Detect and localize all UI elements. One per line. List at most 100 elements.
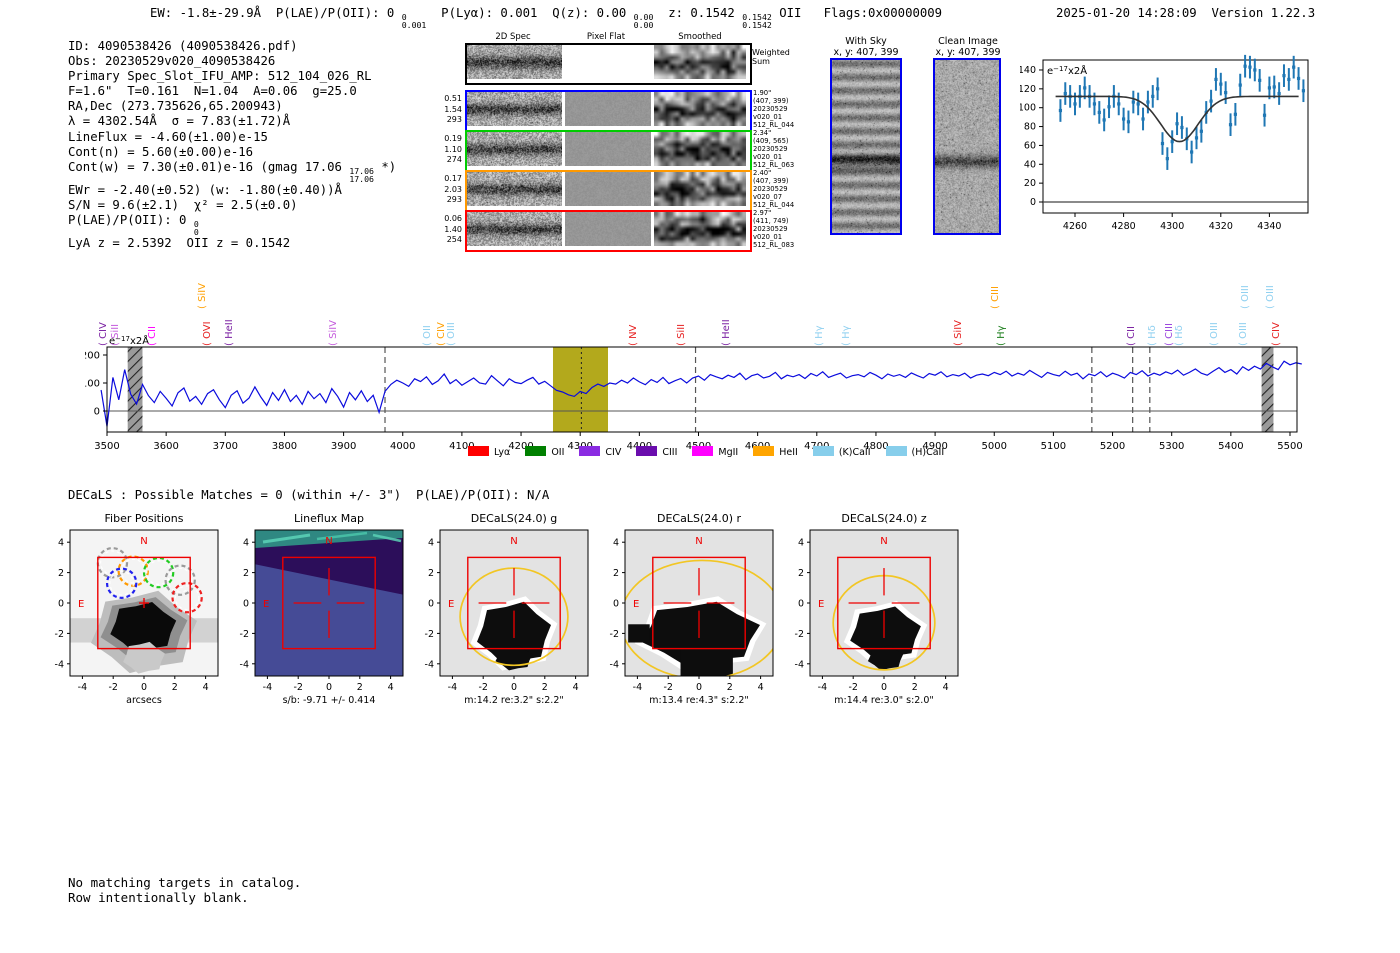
info-line: Cont(n) = 5.60(±0.00)e-16	[68, 145, 396, 160]
cutout-xlabel-decals-z: m:14.4 re:3.0" s:2.0"	[800, 695, 968, 706]
svg-text:0: 0	[141, 682, 147, 693]
svg-text:-4: -4	[818, 682, 827, 693]
HeII-swatch	[753, 446, 774, 456]
cutout-xlabel-lineflux-map: s/b: -9.71 +/- 0.414	[245, 695, 413, 706]
cutout-lineflux-map: NE420-2-4-4-2024	[211, 526, 407, 696]
(K)CaII-swatch	[813, 446, 834, 456]
legend-item: CIV	[579, 446, 621, 458]
fiber-row-info: 2.97"(411, 749)20230529v020_01512_RL_083	[753, 209, 794, 249]
svg-text:60: 60	[1024, 140, 1036, 151]
fiber-row-weights: 0.191.10274	[438, 134, 462, 166]
svg-text:5500: 5500	[1277, 441, 1302, 452]
compass-north-label: N	[510, 536, 517, 547]
line-label-OIII: ( OIII	[1265, 285, 1276, 309]
info-line: λ = 4302.54Å σ = 7.83(±1.72)Å	[68, 114, 396, 129]
CIV-swatch	[579, 446, 600, 456]
fiber-pixelflat-image	[565, 92, 651, 126]
fiber-2dspec-image	[467, 132, 562, 166]
svg-text:40: 40	[1024, 159, 1036, 170]
svg-text:140: 140	[1020, 65, 1036, 76]
cutout-decals-z: NE420-2-4-4-2024	[766, 526, 962, 696]
svg-text:4: 4	[798, 538, 804, 549]
svg-text:-2: -2	[425, 629, 434, 640]
cutout-xlabel-decals-g: m:14.2 re:3.2" s:2.2"	[430, 695, 598, 706]
footer-note-1: No matching targets in catalog.	[68, 875, 301, 890]
legend-label: MgII	[718, 447, 738, 458]
weighted-sum-row	[465, 43, 752, 85]
legend-item: CIII	[636, 446, 677, 458]
svg-text:4: 4	[573, 682, 579, 693]
info-line: LyA z = 2.5392 OII z = 0.1542	[68, 236, 396, 251]
line-label-CII: ( CII	[1126, 326, 1137, 346]
fiber-2dspec-image	[467, 92, 562, 126]
info-line: LineFlux = -4.60(±1.00)e-15	[68, 130, 396, 145]
svg-text:-2: -2	[108, 682, 117, 693]
fiber-pixelflat-image	[565, 172, 651, 206]
info-line: Primary Spec_Slot_IFU_AMP: 512_104_026_R…	[68, 69, 396, 84]
emission-line-fit-chart: 42604280430043204340020406080100120140e−…	[1020, 45, 1330, 235]
svg-text:2: 2	[727, 682, 733, 693]
line-label-CIV: ( CIV	[436, 322, 447, 346]
svg-text:0: 0	[94, 407, 100, 418]
weighted-pixelflat-image	[565, 45, 651, 79]
svg-text:3800: 3800	[272, 441, 297, 452]
stacked-value: 0.000.00	[634, 13, 654, 29]
fiber-pixelflat-image	[565, 132, 651, 166]
svg-text:4: 4	[613, 538, 619, 549]
svg-text:-4: -4	[263, 682, 272, 693]
legend-item: Lyα	[468, 446, 510, 458]
info-line: Obs: 20230529v020_4090538426	[68, 54, 396, 69]
full-spectrum-chart: 3500360037003800390040004100420043004400…	[85, 265, 1320, 470]
svg-text:4: 4	[758, 682, 764, 693]
fiber-smoothed-image	[654, 132, 746, 166]
svg-text:-4: -4	[795, 659, 804, 670]
svg-text:3700: 3700	[213, 441, 238, 452]
svg-text:4: 4	[243, 538, 249, 549]
svg-text:2: 2	[428, 568, 434, 579]
weighted-smoothed-image	[654, 45, 746, 79]
legend-item: HeII	[753, 446, 798, 458]
svg-text:5400: 5400	[1218, 441, 1243, 452]
svg-text:5000: 5000	[982, 441, 1007, 452]
svg-text:2: 2	[542, 682, 548, 693]
svg-text:5200: 5200	[1100, 441, 1125, 452]
compass-north-label: N	[325, 536, 332, 547]
svg-text:3600: 3600	[153, 441, 178, 452]
svg-text:0: 0	[58, 599, 64, 610]
line-label-CII: ( CII	[147, 326, 158, 346]
svg-text:0: 0	[613, 599, 619, 610]
line-label-CIV: ( CIV	[1271, 322, 1282, 346]
spec2d-fiber-row	[465, 90, 752, 132]
svg-text:4260: 4260	[1063, 221, 1087, 232]
CIII-swatch	[636, 446, 657, 456]
info-line: EWr = -2.40(±0.52) (w: -1.80(±0.40))Å	[68, 183, 396, 198]
svg-text:-2: -2	[293, 682, 302, 693]
linefit-svg: 42604280430043204340020406080100120140e−…	[1020, 45, 1330, 235]
svg-text:-4: -4	[425, 659, 434, 670]
Lyα-swatch	[468, 446, 489, 456]
cutout-xlabel-fiber-positions: arcsecs	[60, 695, 228, 706]
with-sky-canvas	[832, 60, 900, 233]
svg-text:5300: 5300	[1159, 441, 1184, 452]
svg-text:4: 4	[203, 682, 209, 693]
cutout-title-decals-z: DECaLS(24.0) z	[810, 512, 958, 525]
stacked-value: 17.0617.06	[349, 167, 374, 183]
line-label-OVI: ( OVI	[202, 321, 213, 346]
legend-item: OII	[525, 446, 564, 458]
svg-text:0: 0	[428, 599, 434, 610]
fiber-row-info: 2.34"(409, 565)20230529v020_01512_RL_063	[753, 129, 794, 169]
svg-text:-2: -2	[848, 682, 857, 693]
compass-east-label: E	[78, 599, 84, 610]
svg-text:4: 4	[428, 538, 434, 549]
fiber-smoothed-image	[654, 92, 746, 126]
svg-text:3900: 3900	[331, 441, 356, 452]
svg-text:-4: -4	[610, 659, 619, 670]
stacked-value: 00	[194, 220, 199, 236]
clean-image-canvas	[935, 60, 999, 233]
fiber-row-weights: 0.511.54293	[438, 94, 462, 126]
compass-east-label: E	[818, 599, 824, 610]
line-label-Hγ: ( Hγ	[996, 325, 1007, 346]
svg-text:2: 2	[912, 682, 918, 693]
svg-text:4: 4	[58, 538, 64, 549]
compass-east-label: E	[633, 599, 639, 610]
